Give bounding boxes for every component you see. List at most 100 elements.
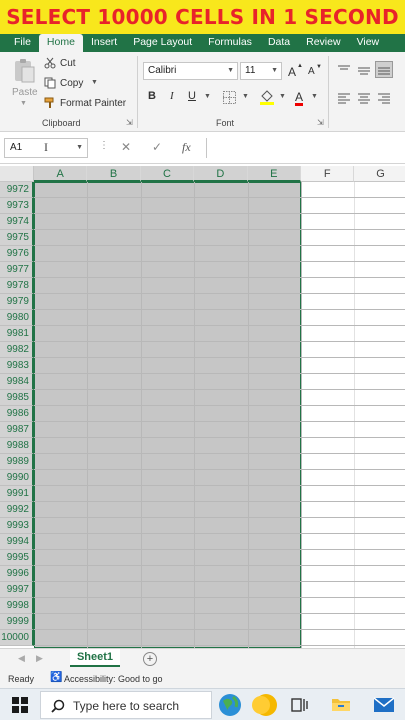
- row-header[interactable]: 9985: [0, 390, 34, 406]
- weather-icon[interactable]: [217, 692, 243, 718]
- confirm-entry-icon[interactable]: ✓: [152, 140, 162, 154]
- copy-icon: [44, 77, 56, 89]
- formula-bar: A1 ▼ I ⋮ ✕ ✓ fx: [0, 132, 405, 164]
- row-header[interactable]: 9980: [0, 310, 34, 326]
- row-header[interactable]: 9991: [0, 486, 34, 502]
- grid-column-line: [194, 182, 196, 648]
- shrink-font-button[interactable]: A: [308, 66, 315, 77]
- status-ready: Ready: [8, 674, 35, 684]
- row-header[interactable]: 9976: [0, 246, 34, 262]
- tab-insert[interactable]: Insert: [83, 34, 125, 52]
- clipboard-launcher-icon[interactable]: ⇲: [126, 118, 133, 127]
- add-sheet-icon[interactable]: +: [143, 652, 157, 666]
- row-header[interactable]: 9982: [0, 342, 34, 358]
- row-header[interactable]: 9975: [0, 230, 34, 246]
- formula-input[interactable]: [206, 138, 405, 158]
- row-header[interactable]: 9989: [0, 454, 34, 470]
- paste-button[interactable]: Paste: [12, 87, 38, 98]
- tab-page-layout[interactable]: Page Layout: [125, 34, 200, 52]
- column-header-f[interactable]: F: [301, 166, 355, 182]
- name-box-dropdown-icon[interactable]: ▼: [76, 139, 83, 157]
- accessibility-icon[interactable]: ♿: [50, 672, 62, 683]
- row-header[interactable]: 9987: [0, 422, 34, 438]
- column-header-b[interactable]: B: [87, 166, 141, 182]
- copy-button[interactable]: Copy: [60, 78, 83, 89]
- formula-bar-menu-icon[interactable]: ⋮: [99, 140, 109, 151]
- column-header-g[interactable]: G: [354, 166, 405, 182]
- taskbar-search-box[interactable]: Type here to search: [40, 691, 212, 719]
- row-header[interactable]: 9997: [0, 582, 34, 598]
- cancel-entry-icon[interactable]: ✕: [121, 140, 131, 154]
- font-launcher-icon[interactable]: ⇲: [317, 118, 324, 127]
- align-right-icon[interactable]: [377, 92, 391, 104]
- task-view-icon[interactable]: [291, 697, 309, 713]
- accessibility-status[interactable]: Accessibility: Good to go: [64, 674, 163, 684]
- worksheet-grid[interactable]: A B C D E F G 9972 9973 9974 9975 9976 9977 9978 9979 9…: [0, 166, 405, 648]
- row-header[interactable]: 9999: [0, 614, 34, 630]
- row-header[interactable]: 9993: [0, 518, 34, 534]
- italic-button[interactable]: I: [170, 90, 174, 102]
- column-header-c[interactable]: C: [140, 166, 195, 182]
- fill-color-dropdown-icon[interactable]: ▼: [279, 93, 286, 100]
- row-header[interactable]: 9983: [0, 358, 34, 374]
- font-size-select[interactable]: 11 ▼: [240, 62, 282, 80]
- underline-dropdown-icon[interactable]: ▼: [204, 93, 211, 100]
- row-header[interactable]: 9978: [0, 278, 34, 294]
- tab-file[interactable]: File: [6, 34, 39, 52]
- paste-icon[interactable]: [10, 58, 38, 84]
- mail-icon[interactable]: [373, 695, 395, 715]
- row-header[interactable]: 9972: [0, 182, 34, 198]
- fill-color-icon[interactable]: [259, 88, 275, 106]
- sun-icon[interactable]: [252, 691, 280, 719]
- font-name-select[interactable]: Calibri ▼: [143, 62, 238, 80]
- grow-font-button[interactable]: A: [288, 65, 296, 79]
- select-all-corner[interactable]: [0, 166, 34, 182]
- row-header[interactable]: 9986: [0, 406, 34, 422]
- row-header[interactable]: 9973: [0, 198, 34, 214]
- row-header[interactable]: 9988: [0, 438, 34, 454]
- next-sheet-icon[interactable]: ▶: [36, 653, 43, 664]
- format-painter-button[interactable]: Format Painter: [60, 98, 126, 109]
- align-left-icon[interactable]: [337, 92, 351, 104]
- file-explorer-icon[interactable]: [331, 695, 351, 713]
- font-color-icon[interactable]: A: [292, 87, 306, 107]
- align-middle-icon[interactable]: [357, 64, 371, 76]
- row-header[interactable]: 9974: [0, 214, 34, 230]
- tab-formulas[interactable]: Formulas: [200, 34, 260, 52]
- row-header[interactable]: 9977: [0, 262, 34, 278]
- row-header[interactable]: 9996: [0, 566, 34, 582]
- row-header[interactable]: 9990: [0, 470, 34, 486]
- align-bottom-icon[interactable]: [375, 61, 393, 78]
- font-color-dropdown-icon[interactable]: ▼: [311, 93, 318, 100]
- borders-dropdown-icon[interactable]: ▼: [242, 93, 249, 100]
- borders-icon[interactable]: [222, 90, 236, 104]
- tab-data[interactable]: Data: [260, 34, 298, 52]
- row-header[interactable]: 9995: [0, 550, 34, 566]
- tab-home[interactable]: Home: [38, 34, 83, 52]
- row-header[interactable]: 9994: [0, 534, 34, 550]
- bold-button[interactable]: B: [148, 90, 156, 102]
- windows-start-icon[interactable]: [12, 697, 28, 713]
- prev-sheet-icon[interactable]: ◀: [18, 653, 25, 664]
- insert-function-icon[interactable]: fx: [182, 140, 191, 155]
- cut-icon: [44, 57, 56, 69]
- cut-button[interactable]: Cut: [60, 58, 76, 69]
- tab-view[interactable]: View: [349, 34, 388, 52]
- column-header-a[interactable]: A: [34, 166, 88, 182]
- sheet-tab[interactable]: Sheet1: [70, 649, 120, 667]
- tab-review[interactable]: Review: [298, 34, 348, 52]
- underline-button[interactable]: U: [188, 90, 196, 102]
- row-header[interactable]: 9992: [0, 502, 34, 518]
- copy-dropdown-arrow[interactable]: ▼: [91, 79, 98, 86]
- align-top-icon[interactable]: [337, 64, 351, 76]
- row-header[interactable]: 9984: [0, 374, 34, 390]
- column-header-d[interactable]: D: [194, 166, 248, 182]
- column-header-e[interactable]: E: [247, 166, 301, 182]
- row-header[interactable]: 9981: [0, 326, 34, 342]
- align-center-icon[interactable]: [357, 92, 371, 104]
- row-header[interactable]: 10000: [0, 630, 34, 646]
- row-header[interactable]: 9998: [0, 598, 34, 614]
- row-header[interactable]: 9979: [0, 294, 34, 310]
- paste-dropdown-arrow[interactable]: ▼: [20, 100, 27, 107]
- selected-range[interactable]: [34, 182, 301, 648]
